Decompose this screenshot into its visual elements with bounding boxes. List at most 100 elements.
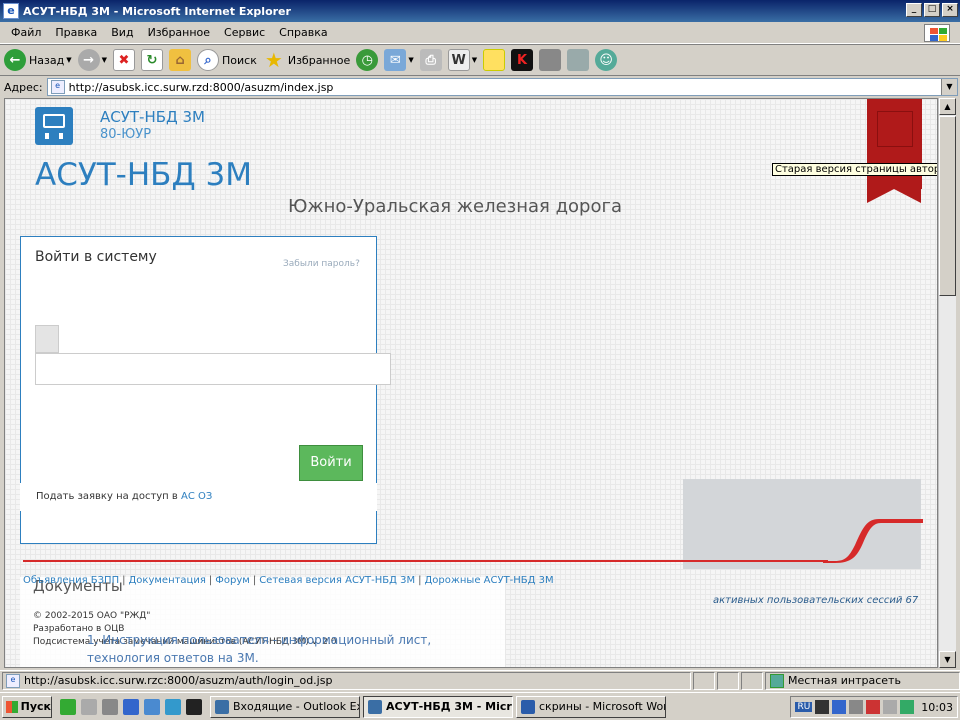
menu-tools[interactable]: Сервис: [217, 26, 272, 39]
research-button[interactable]: [539, 47, 562, 73]
search-button[interactable]: ⌕ Поиск: [197, 47, 257, 73]
tools-icon: [567, 49, 590, 71]
maximize-button[interactable]: □: [924, 3, 940, 17]
scroll-thumb[interactable]: [939, 116, 956, 296]
address-bar: Адрес: e http://asubsk.icc.surw.rzd:8000…: [0, 77, 960, 97]
intranet-icon: [770, 673, 784, 688]
scroll-down-icon[interactable]: ▼: [939, 651, 956, 668]
clock: 10:03: [921, 700, 953, 714]
home-button[interactable]: ⌂: [169, 47, 191, 73]
system-tray: RU 10:03: [790, 696, 958, 718]
red-curve-graphic: [823, 519, 923, 563]
close-button[interactable]: ×: [942, 3, 958, 17]
pen-icon[interactable]: [102, 698, 118, 715]
region-title: Южно-Уральская железная дорога: [288, 196, 622, 217]
stop-icon: ✖: [113, 49, 135, 71]
star-icon: ★: [264, 48, 283, 72]
quick-launch: [60, 698, 207, 715]
windows-flag-icon: [6, 700, 18, 713]
vertical-scrollbar[interactable]: ▲ ▼: [938, 98, 956, 668]
word-task-icon: [521, 699, 535, 714]
home-icon: ⌂: [169, 49, 191, 71]
menu-help[interactable]: Справка: [272, 26, 334, 39]
mail-icon: ✉: [384, 49, 407, 71]
menu-file[interactable]: Файл: [4, 26, 48, 39]
messenger-icon: ☺: [595, 49, 618, 71]
page-viewport: АСУТ-НБД 3М 80-ЮУР АСУТ-НБД 3М Южно-Урал…: [4, 98, 938, 668]
media-icon[interactable]: [186, 698, 202, 715]
tray-icon-5[interactable]: [883, 700, 898, 714]
kaspersky-button[interactable]: K: [511, 47, 534, 73]
printer-icon: ⎙: [419, 49, 442, 71]
minimize-button[interactable]: _: [906, 3, 922, 17]
status-bar: e http://asubsk.icc.surw.rzc:8000/asuzm/…: [0, 670, 960, 690]
research-icon: [539, 49, 562, 71]
task-ie[interactable]: АСУТ-НБД 3М - Micro...: [363, 695, 513, 718]
notes-button[interactable]: [483, 47, 506, 73]
brand-name: АСУТ-НБД 3М: [100, 108, 205, 126]
password-field[interactable]: [35, 353, 391, 385]
tray-icon-1[interactable]: [815, 700, 830, 714]
status-page-icon: e: [6, 673, 20, 688]
footer-link-announcements[interactable]: Объявления БЗПП: [23, 575, 119, 586]
access-request-link[interactable]: АС ОЗ: [181, 491, 212, 502]
address-dropdown-icon[interactable]: ▼: [941, 79, 957, 95]
tray-icon-2[interactable]: [832, 700, 847, 714]
outlook-icon[interactable]: [144, 698, 160, 715]
footer-link-forum[interactable]: Форум: [215, 575, 250, 586]
note-icon: [483, 49, 506, 71]
ie-quicklaunch-icon[interactable]: [123, 698, 139, 715]
forward-arrow-icon: →: [77, 49, 100, 71]
menu-edit[interactable]: Правка: [48, 26, 104, 39]
taskbar: Пуск Входящие - Outlook Exp... АСУТ-НБД …: [0, 692, 960, 720]
address-input[interactable]: e http://asubsk.icc.surw.rzd:8000/asuzm/…: [46, 78, 958, 96]
tray-icon-6[interactable]: [900, 700, 915, 714]
refresh-icon: ↻: [141, 49, 163, 71]
toolbar: ← Назад ▼ → ▼ ✖ ↻ ⌂ ⌕ Поиск ★ Избранное ◷ …: [0, 44, 960, 76]
footer-link-docs[interactable]: Документация: [128, 575, 205, 586]
forward-button[interactable]: → ▼: [77, 47, 107, 73]
edit-icon: W: [447, 49, 470, 71]
desktop-icon[interactable]: [165, 698, 181, 715]
search-icon: ⌕: [197, 49, 219, 71]
stop-button[interactable]: ✖: [113, 47, 135, 73]
footer-link-network[interactable]: Сетевая версия АСУТ-НБД 3М: [259, 575, 415, 586]
document-link[interactable]: 1. Инструкция пользователя - информацион…: [87, 631, 431, 667]
print-button[interactable]: ⎙: [419, 47, 442, 73]
menu-view[interactable]: Вид: [104, 26, 140, 39]
language-indicator[interactable]: RU: [795, 702, 813, 712]
tray-icon-3[interactable]: [849, 700, 864, 714]
status-text: e http://asubsk.icc.surw.rzc:8000/asuzm/…: [2, 671, 691, 690]
network-icon[interactable]: [81, 698, 97, 715]
forgot-password-link[interactable]: Забыли пароль?: [283, 259, 360, 269]
window-title: АСУТ-НБД 3М - Microsoft Internet Explore…: [23, 4, 291, 18]
back-button[interactable]: ← Назад ▼: [4, 47, 72, 73]
footer-link-road[interactable]: Дорожные АСУТ-НБД 3М: [424, 575, 553, 586]
kaspersky-tray-icon[interactable]: [866, 700, 881, 714]
back-arrow-icon: ←: [4, 49, 26, 71]
page-title: АСУТ-НБД 3М: [35, 157, 252, 193]
tree-icon[interactable]: [60, 698, 76, 715]
start-button[interactable]: Пуск: [2, 695, 52, 718]
kaspersky-icon: K: [511, 49, 534, 71]
edit-button[interactable]: W ▼: [447, 47, 477, 73]
scroll-up-icon[interactable]: ▲: [939, 98, 956, 115]
captcha-image: [35, 325, 59, 353]
messenger-button[interactable]: ☺: [595, 47, 618, 73]
footer-links: Объявления БЗПП | Документация | Форум | Сетев…: [23, 575, 554, 586]
menu-bar: Файл Правка Вид Избранное Сервис Справка: [0, 22, 960, 44]
sessions-count: активных пользовательских сессий 67: [713, 595, 919, 606]
page-icon: e: [50, 80, 65, 94]
mail-button[interactable]: ✉ ▼: [384, 47, 414, 73]
favorites-button[interactable]: ★ Избранное: [263, 47, 350, 73]
login-button[interactable]: Войти: [299, 445, 363, 481]
security-zone: Местная интрасеть: [765, 671, 960, 690]
task-outlook[interactable]: Входящие - Outlook Exp...: [210, 695, 360, 718]
refresh-button[interactable]: ↻: [141, 47, 163, 73]
login-heading: Войти в систему: [35, 249, 157, 265]
task-word[interactable]: скрины - Microsoft Word: [516, 695, 666, 718]
history-button[interactable]: ◷: [356, 47, 379, 73]
windows-logo-icon: [924, 24, 950, 42]
tools-button[interactable]: [567, 47, 590, 73]
menu-favorites[interactable]: Избранное: [141, 26, 217, 39]
